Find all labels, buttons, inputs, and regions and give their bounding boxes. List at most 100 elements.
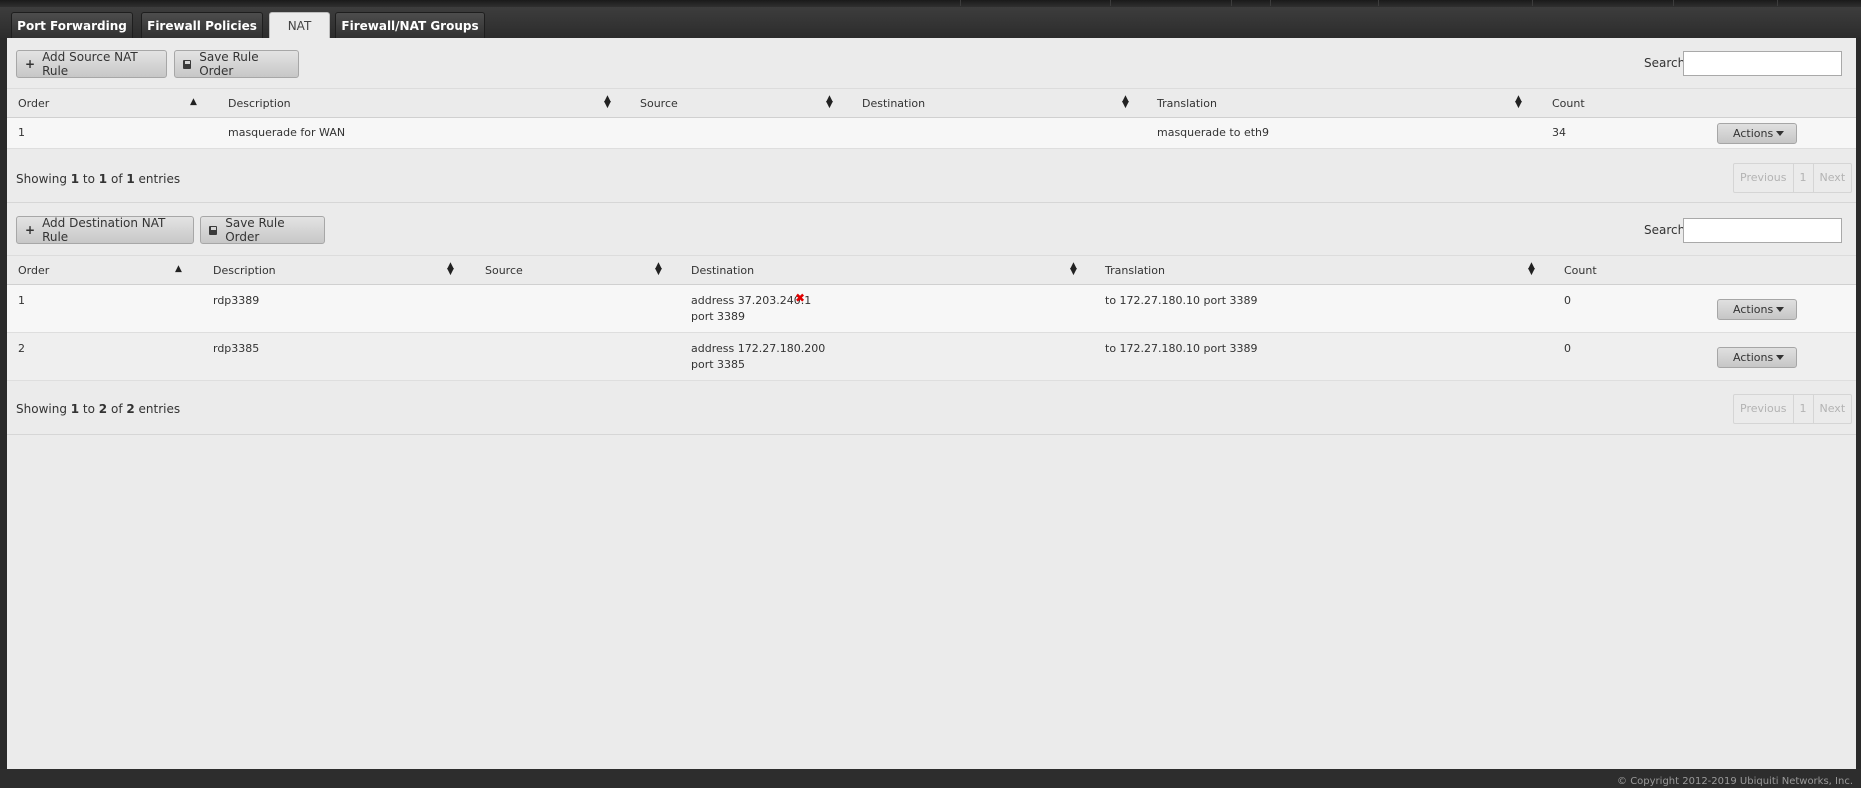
table-row: 2 rdp3385 address 172.27.180.200 port 33… (7, 333, 1856, 381)
cell-count: 0 (1564, 294, 1571, 307)
sort-both-icon: ▲ ▼ (826, 94, 833, 110)
caret-down-icon (1776, 131, 1784, 136)
save-disk-icon (209, 225, 218, 235)
cell-translation: to 172.27.180.10 port 3389 (1105, 294, 1258, 307)
destination-nat-entries-info: Showing 1 to 2 of 2 entries (16, 402, 181, 416)
search-label: Search (1644, 223, 1686, 237)
plus-icon: + (25, 223, 36, 237)
cell-description: rdp3385 (213, 342, 260, 355)
sort-both-icon: ▲ ▼ (1070, 261, 1077, 277)
add-source-nat-rule-button[interactable]: + Add Source NAT Rule (16, 50, 167, 78)
cell-translation: to 172.27.180.10 port 3389 (1105, 342, 1258, 355)
section-divider (7, 202, 1856, 203)
column-header-translation[interactable]: Translation (1157, 97, 1217, 110)
sort-asc-icon: ▲ (190, 97, 197, 107)
actions-dropdown[interactable]: Actions (1717, 347, 1797, 368)
top-strip-divider (1231, 0, 1232, 6)
source-nat-pagination: Previous 1 Next (1733, 163, 1853, 193)
pagination-next[interactable]: Next (1814, 395, 1852, 423)
cell-order: 1 (18, 126, 25, 139)
destination-address: address 172.27.180.200 (691, 342, 826, 355)
caret-down-icon (1776, 307, 1784, 312)
save-rule-order-label: Save Rule Order (225, 216, 285, 244)
actions-dropdown[interactable]: Actions (1717, 123, 1797, 144)
destination-nat-search-input[interactable] (1683, 218, 1842, 243)
column-header-order[interactable]: Order (18, 97, 49, 110)
add-destination-nat-rule-button[interactable]: + Add Destination NAT Rule (16, 216, 194, 244)
table-row: 1 rdp3389 address 37.203.240.1 port 3389… (7, 285, 1856, 333)
tab-firewall-policies[interactable]: Firewall Policies (141, 12, 263, 39)
top-strip-divider (960, 0, 961, 6)
plus-icon: + (25, 57, 36, 71)
column-header-destination[interactable]: Destination (691, 264, 754, 277)
cell-destination: address 37.203.240.1 port 3389 (691, 293, 811, 325)
sort-both-icon: ▲ ▼ (604, 94, 611, 110)
search-label: Search (1644, 56, 1686, 70)
tab-port-forwarding[interactable]: Port Forwarding (11, 12, 133, 39)
sort-asc-icon: ▲ (175, 264, 182, 274)
footer: © Copyright 2012-2019 Ubiquiti Networks,… (0, 769, 1861, 788)
cell-description: rdp3389 (213, 294, 260, 307)
top-strip-divider (1270, 0, 1271, 6)
top-strip-divider (1777, 0, 1778, 6)
top-strip (0, 0, 1861, 7)
actions-label: Actions (1733, 127, 1774, 140)
column-header-translation[interactable]: Translation (1105, 264, 1165, 277)
column-header-description[interactable]: Description (213, 264, 276, 277)
cell-translation: masquerade to eth9 (1157, 126, 1270, 139)
copyright-text: © Copyright 2012-2019 Ubiquiti Networks,… (1617, 776, 1853, 787)
destination-port: port 3385 (691, 358, 746, 371)
column-header-source[interactable]: Source (640, 97, 678, 110)
top-strip-divider (1110, 0, 1111, 6)
nat-panel: + Add Source NAT Rule Save Rule Order Se… (7, 38, 1856, 769)
column-header-description[interactable]: Description (228, 97, 291, 110)
column-header-source[interactable]: Source (485, 264, 523, 277)
actions-label: Actions (1733, 303, 1774, 316)
sort-both-icon: ▲ ▼ (447, 261, 454, 277)
sort-both-icon: ▲ ▼ (1122, 94, 1129, 110)
pagination-previous[interactable]: Previous (1734, 395, 1794, 423)
source-nat-table-header: Order ▲ Description ▲ ▼ Source ▲ ▼ Destina… (7, 88, 1856, 118)
tab-nat[interactable]: NAT (269, 12, 330, 39)
top-strip-divider (1673, 0, 1674, 6)
pagination-page-1[interactable]: 1 (1794, 164, 1814, 192)
column-header-count[interactable]: Count (1564, 264, 1597, 277)
tab-bar: Port Forwarding Firewall Policies NAT Fi… (0, 7, 1861, 39)
save-disk-icon (183, 59, 192, 69)
table-row: 1 masquerade for WAN masquerade to eth9 … (7, 118, 1856, 149)
cell-count: 0 (1564, 342, 1571, 355)
source-nat-entries-info: Showing 1 to 1 of 1 entries (16, 172, 181, 186)
pagination-previous[interactable]: Previous (1734, 164, 1794, 192)
column-header-order[interactable]: Order (18, 264, 49, 277)
sort-both-icon: ▲ ▼ (1515, 94, 1522, 110)
destination-nat-table-header: Order ▲ Description ▲ ▼ Source ▲ ▼ Destina… (7, 255, 1856, 285)
save-rule-order-button[interactable]: Save Rule Order (174, 50, 299, 78)
cell-count: 34 (1552, 126, 1566, 139)
add-destination-nat-rule-label: Add Destination NAT Rule (42, 216, 166, 244)
sort-both-icon: ▲ ▼ (655, 261, 662, 277)
pagination-page-1[interactable]: 1 (1794, 395, 1814, 423)
save-rule-order-label: Save Rule Order (199, 50, 259, 78)
source-nat-search-input[interactable] (1683, 51, 1842, 76)
redaction-mark-icon: ✖ (795, 291, 806, 305)
cell-description: masquerade for WAN (228, 126, 346, 139)
save-rule-order-button[interactable]: Save Rule Order (200, 216, 325, 244)
pagination-next[interactable]: Next (1814, 164, 1852, 192)
tab-firewall-nat-groups[interactable]: Firewall/NAT Groups (335, 12, 485, 39)
destination-port: port 3389 (691, 310, 746, 323)
destination-nat-pagination: Previous 1 Next (1733, 394, 1853, 424)
sort-both-icon: ▲ ▼ (1528, 261, 1535, 277)
add-source-nat-rule-label: Add Source NAT Rule (42, 50, 138, 78)
caret-down-icon (1776, 355, 1784, 360)
cell-destination: address 172.27.180.200 port 3385 (691, 341, 825, 373)
cell-order: 1 (18, 294, 25, 307)
column-header-count[interactable]: Count (1552, 97, 1585, 110)
top-strip-divider (1532, 0, 1533, 6)
section-divider (7, 434, 1856, 435)
actions-dropdown[interactable]: Actions (1717, 299, 1797, 320)
destination-address: address 37.203.240.1 (691, 294, 812, 307)
cell-order: 2 (18, 342, 25, 355)
column-header-destination[interactable]: Destination (862, 97, 925, 110)
top-strip-divider (1378, 0, 1379, 6)
actions-label: Actions (1733, 351, 1774, 364)
